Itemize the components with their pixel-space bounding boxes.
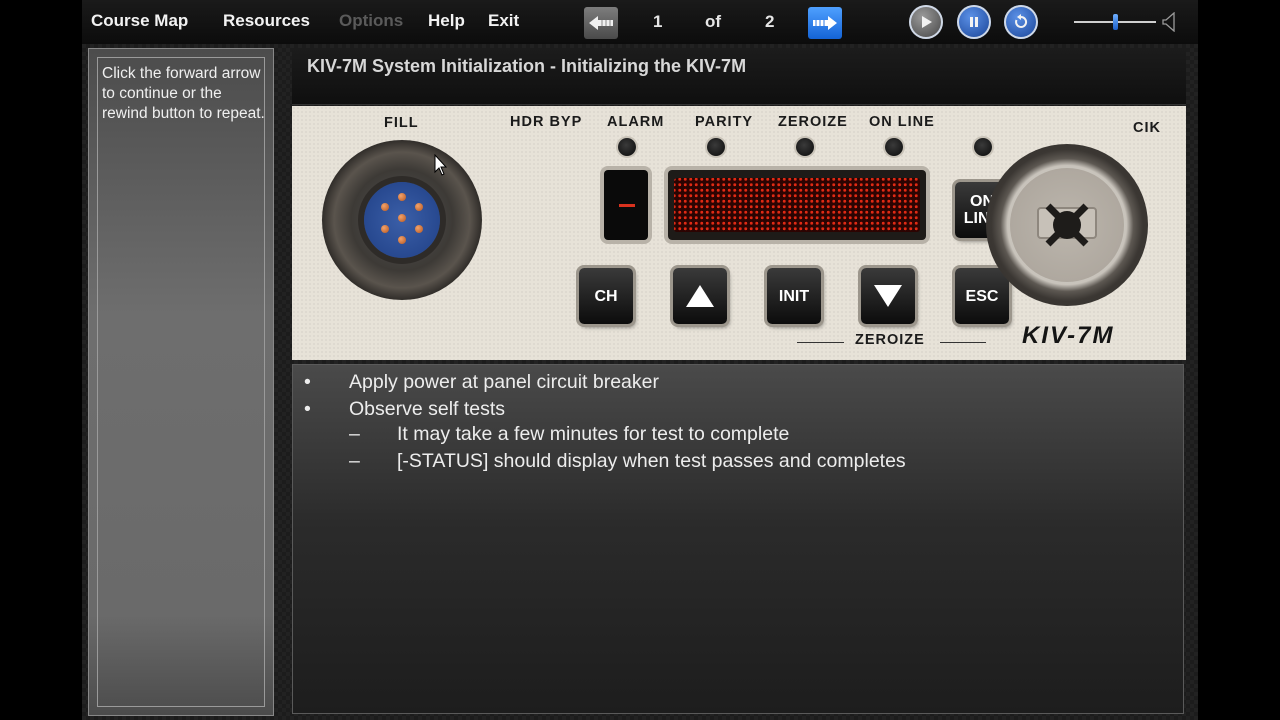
kiv7m-front-panel: FILL HDR BYP ALARM PARITY ZEROIZE ON LIN… bbox=[292, 106, 1186, 360]
esc-key[interactable]: ESC bbox=[955, 268, 1009, 324]
cik-receptacle-socket bbox=[1010, 168, 1124, 282]
pause-icon bbox=[970, 17, 978, 27]
previous-page-button[interactable] bbox=[584, 7, 618, 39]
bullet-marker: • bbox=[304, 371, 311, 393]
instruction-panel: Click the forward arrow to continue or t… bbox=[88, 48, 274, 716]
replay-button[interactable] bbox=[1004, 5, 1038, 39]
alarm-indicator-light bbox=[707, 138, 725, 156]
arrow-left-icon bbox=[589, 16, 613, 30]
up-key[interactable] bbox=[673, 268, 727, 324]
fill-label: FILL bbox=[384, 115, 419, 131]
play-button[interactable] bbox=[909, 5, 943, 39]
hdr-byp-indicator-light bbox=[618, 138, 636, 156]
course-map-menu[interactable]: Course Map bbox=[91, 11, 188, 31]
cik-key-slot-icon bbox=[1037, 203, 1097, 247]
play-icon bbox=[922, 16, 932, 28]
status-window bbox=[604, 170, 648, 240]
cik-receptacle bbox=[986, 144, 1148, 306]
help-menu[interactable]: Help bbox=[428, 11, 465, 31]
fill-connector-socket bbox=[364, 182, 440, 258]
parity-indicator-light bbox=[796, 138, 814, 156]
sub-bullet-item: [-STATUS] should display when test passe… bbox=[397, 450, 906, 472]
cik-label: CIK bbox=[1133, 120, 1161, 136]
replay-icon bbox=[1015, 14, 1028, 28]
speaker-icon[interactable] bbox=[1162, 12, 1176, 32]
next-page-button[interactable] bbox=[808, 7, 842, 39]
connector-pin bbox=[415, 225, 423, 233]
on-line-indicator-light bbox=[974, 138, 992, 156]
slide-title-bar: KIV-7M System Initialization - Initializ… bbox=[292, 48, 1186, 105]
volume-slider-handle[interactable] bbox=[1113, 14, 1118, 30]
connector-pin bbox=[398, 236, 406, 244]
led-matrix-display bbox=[668, 170, 926, 240]
device-brand-label: KIV-7M bbox=[1022, 322, 1115, 349]
total-pages-number: 2 bbox=[765, 12, 775, 31]
connector-pin bbox=[381, 203, 389, 211]
zeroize-bracket-left bbox=[797, 342, 844, 343]
indicator-label-hdr-byp: HDR BYP bbox=[510, 114, 583, 130]
current-page-number: 1 bbox=[653, 12, 663, 31]
sub-bullet-marker: – bbox=[349, 450, 360, 472]
zeroize-bracket-right bbox=[940, 342, 986, 343]
instruction-text: Click the forward arrow to continue or t… bbox=[102, 65, 265, 122]
status-dash bbox=[619, 204, 635, 207]
options-menu: Options bbox=[339, 11, 404, 30]
led-matrix-dots bbox=[674, 178, 920, 232]
connector-pin bbox=[415, 203, 423, 211]
down-key[interactable] bbox=[861, 268, 915, 324]
sub-bullet-marker: – bbox=[349, 423, 360, 445]
top-menu-bar: Course Map Resources Options Help Exit 1… bbox=[82, 0, 1198, 44]
connector-pin bbox=[398, 193, 406, 201]
fill-connector bbox=[322, 140, 482, 300]
arrow-right-icon bbox=[813, 16, 837, 30]
bullet-item: Observe self tests bbox=[349, 398, 506, 420]
exit-menu[interactable]: Exit bbox=[488, 11, 519, 31]
bullet-item: Apply power at panel circuit breaker bbox=[349, 371, 659, 393]
indicator-label-parity: PARITY bbox=[695, 114, 754, 130]
indicator-label-alarm: ALARM bbox=[607, 114, 665, 130]
indicator-label-on-line: ON LINE bbox=[869, 114, 935, 130]
slide-content: • Apply power at panel circuit breaker •… bbox=[292, 364, 1184, 714]
bullet-marker: • bbox=[304, 398, 311, 420]
resources-menu[interactable]: Resources bbox=[223, 11, 310, 31]
connector-pin bbox=[398, 214, 406, 222]
mouse-cursor-icon bbox=[434, 154, 448, 176]
course-player: Course Map Resources Options Help Exit 1… bbox=[82, 0, 1198, 720]
zeroize-indicator-light bbox=[885, 138, 903, 156]
init-key[interactable]: INIT bbox=[767, 268, 821, 324]
pause-button[interactable] bbox=[957, 5, 991, 39]
page-of-label: of bbox=[705, 12, 722, 31]
ch-key[interactable]: CH bbox=[579, 268, 633, 324]
down-arrow-icon bbox=[874, 285, 902, 307]
indicator-label-zeroize: ZEROIZE bbox=[778, 114, 848, 130]
sub-bullet-item: It may take a few minutes for test to co… bbox=[397, 423, 790, 445]
up-arrow-icon bbox=[686, 285, 714, 307]
zeroize-key-group-label: ZEROIZE bbox=[855, 332, 925, 348]
connector-pin bbox=[381, 225, 389, 233]
instruction-frame: Click the forward arrow to continue or t… bbox=[97, 57, 265, 707]
slide-title: KIV-7M System Initialization - Initializ… bbox=[307, 56, 747, 76]
